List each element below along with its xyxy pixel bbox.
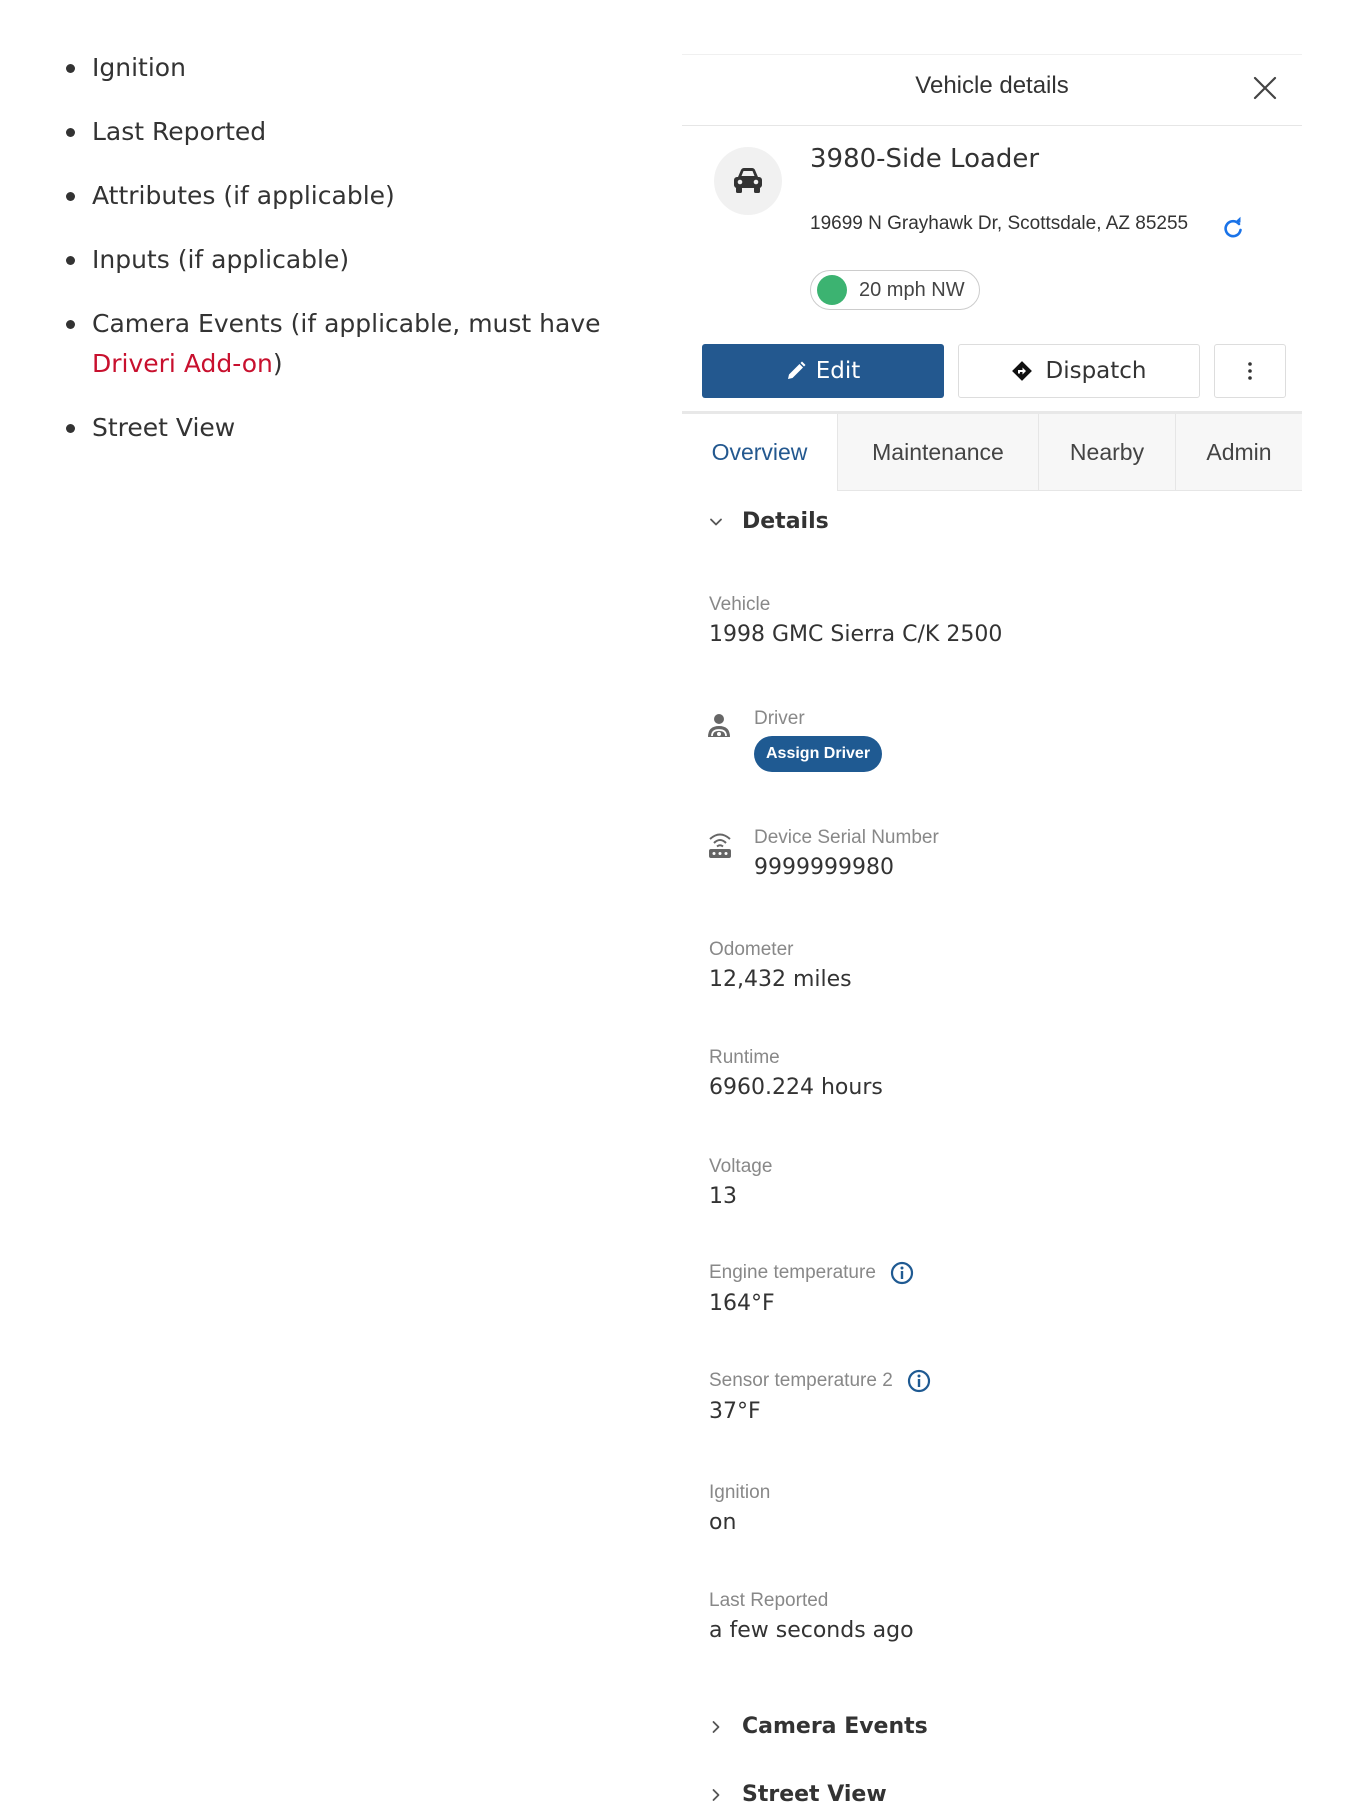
driveri-addon-link[interactable]: Driveri Add-on xyxy=(92,349,273,378)
edit-button[interactable]: Edit xyxy=(702,344,944,398)
field-label-row: Engine temperature xyxy=(709,1261,914,1285)
details-section-title: Details xyxy=(742,509,829,534)
chevron-down-icon xyxy=(710,518,722,525)
vehicle-details-panel: Vehicle details 3980-Side Loader 19699 N… xyxy=(682,54,1302,1816)
details-section-toggle[interactable]: Details xyxy=(708,509,829,534)
field-label: Runtime xyxy=(709,1047,780,1068)
doc-list-item-text: Camera Events (if applicable, must have xyxy=(92,309,601,338)
tab-nearby[interactable]: Nearby xyxy=(1038,414,1175,491)
field-value: on xyxy=(709,1510,737,1535)
driver-icon xyxy=(708,714,730,737)
field-label: Device Serial Number xyxy=(754,827,939,848)
field-vehicle: Vehicle 1998 GMC Sierra C/K 2500 xyxy=(709,594,1002,647)
field-label: Vehicle xyxy=(709,594,771,615)
field-label: Ignition xyxy=(709,1482,771,1503)
doc-list-item-text: Ignition xyxy=(92,53,186,82)
dispatch-button-label: Dispatch xyxy=(1045,358,1147,384)
info-icon[interactable] xyxy=(907,1369,931,1393)
chevron-right-icon xyxy=(712,1720,720,1733)
doc-list-item-text: Attributes (if applicable) xyxy=(92,181,395,210)
doc-list-item-text: Street View xyxy=(92,413,236,442)
field-value: 1998 GMC Sierra C/K 2500 xyxy=(709,622,1003,647)
more-options-button[interactable] xyxy=(1214,344,1286,398)
chevron-right-icon xyxy=(712,1788,720,1801)
direction-sign-icon xyxy=(1012,361,1033,381)
dispatch-button[interactable]: Dispatch xyxy=(958,344,1200,398)
pencil-icon xyxy=(787,361,806,379)
doc-list-item: Ignition xyxy=(60,48,680,88)
field-sensor-temperature: Sensor temperature 2 37°F xyxy=(709,1369,931,1424)
field-value: 6960.224 hours xyxy=(709,1075,883,1100)
field-label: Engine temperature xyxy=(709,1262,876,1283)
doc-list-item-suffix: ) xyxy=(272,349,283,378)
street-view-section-toggle[interactable]: Street View xyxy=(708,1782,887,1807)
tab-admin[interactable]: Admin xyxy=(1175,414,1302,491)
field-value: 164°F xyxy=(709,1291,775,1316)
panel-title: Vehicle details xyxy=(915,72,1069,99)
status-dot-icon xyxy=(817,275,847,305)
more-vertical-icon xyxy=(1248,362,1252,380)
field-value: 9999999980 xyxy=(754,855,894,880)
field-engine-temperature: Engine temperature 164°F xyxy=(709,1261,914,1316)
vehicle-avatar xyxy=(714,147,782,215)
field-odometer: Odometer 12,432 miles xyxy=(709,939,852,992)
tab-overview[interactable]: Overview xyxy=(682,414,837,491)
doc-list-item: Attributes (if applicable) xyxy=(60,176,680,216)
field-value: 13 xyxy=(709,1184,737,1209)
field-runtime: Runtime 6960.224 hours xyxy=(709,1047,883,1100)
field-voltage: Voltage 13 xyxy=(709,1156,772,1209)
field-label: Odometer xyxy=(709,939,794,960)
action-row: Edit Dispatch xyxy=(702,344,1292,400)
speed-text: 20 mph NW xyxy=(859,278,965,301)
refresh-icon[interactable] xyxy=(1221,216,1245,240)
doc-list-item-text: Last Reported xyxy=(92,117,267,146)
field-ignition: Ignition on xyxy=(709,1482,770,1535)
doc-bullet-list: Ignition Last Reported Attributes (if ap… xyxy=(60,48,680,472)
panel-header: Vehicle details xyxy=(682,54,1302,126)
camera-events-section-title: Camera Events xyxy=(742,1714,928,1739)
field-label: Last Reported xyxy=(709,1590,829,1611)
assign-driver-button[interactable]: Assign Driver xyxy=(754,736,883,772)
doc-list-item-text: Inputs (if applicable) xyxy=(92,245,350,274)
field-value: a few seconds ago xyxy=(709,1618,914,1643)
tab-bar: Overview Maintenance Nearby Admin xyxy=(682,411,1302,494)
doc-list-item: Inputs (if applicable) xyxy=(60,240,680,280)
vehicle-address: 19699 N Grayhawk Dr, Scottsdale, AZ 8525… xyxy=(810,213,1189,234)
field-label: Driver xyxy=(754,708,805,729)
field-last-reported: Last Reported a few seconds ago xyxy=(709,1590,914,1643)
car-icon xyxy=(734,168,762,193)
device-field-content: Device Serial Number 9999999980 xyxy=(754,827,939,880)
driver-field-content: Driver Assign Driver xyxy=(754,708,883,772)
doc-list-item: Last Reported xyxy=(60,112,680,152)
field-label: Voltage xyxy=(709,1156,773,1177)
info-icon[interactable] xyxy=(890,1261,914,1285)
speed-status-pill: 20 mph NW xyxy=(810,270,980,310)
field-value: 12,432 miles xyxy=(709,967,852,992)
tab-maintenance[interactable]: Maintenance xyxy=(837,414,1038,491)
device-signal-icon xyxy=(709,833,731,858)
field-value: 37°F xyxy=(709,1399,761,1424)
field-label-row: Sensor temperature 2 xyxy=(709,1369,931,1393)
street-view-section-title: Street View xyxy=(742,1782,887,1807)
doc-list-item-camera: Camera Events (if applicable, must have … xyxy=(60,304,680,384)
close-icon[interactable] xyxy=(1248,71,1282,105)
camera-events-section-toggle[interactable]: Camera Events xyxy=(708,1714,928,1739)
edit-button-label: Edit xyxy=(815,358,861,384)
field-label: Sensor temperature 2 xyxy=(709,1370,893,1391)
doc-list-item: Street View xyxy=(60,408,680,448)
vehicle-name: 3980-Side Loader xyxy=(810,144,1040,174)
